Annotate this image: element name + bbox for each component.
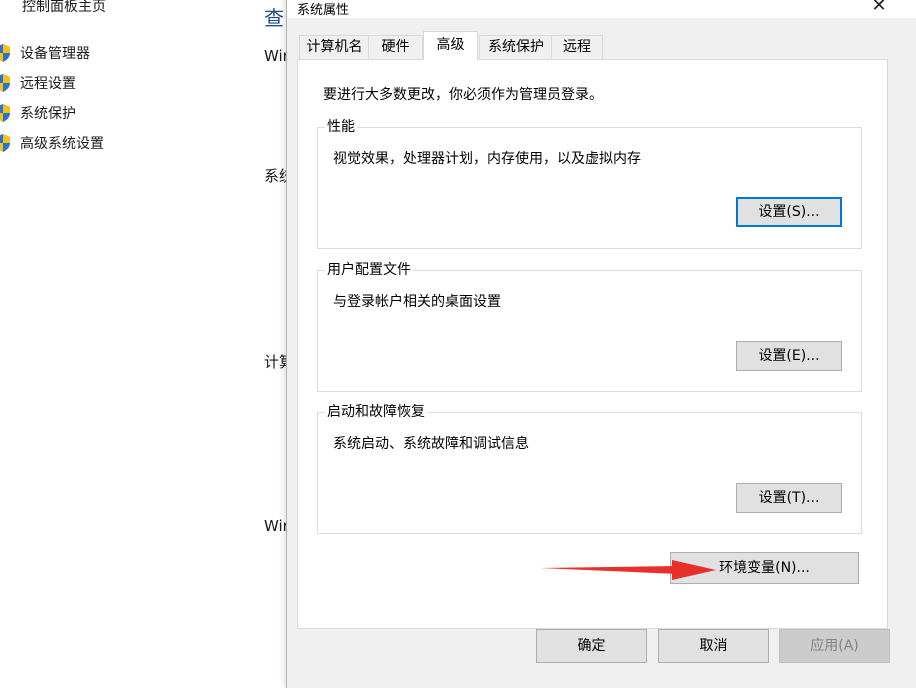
ok-button[interactable]: 确定 bbox=[536, 629, 647, 663]
apply-button[interactable]: 应用(A) bbox=[779, 629, 890, 663]
advanced-tab-panel: 要进行大多数更改，你必须作为管理员登录。 性能 视觉效果，处理器计划，内存使用，… bbox=[297, 59, 888, 629]
cancel-button[interactable]: 取消 bbox=[658, 629, 769, 663]
tab-hardware[interactable]: 硬件 bbox=[368, 35, 423, 59]
control-panel-home-link[interactable]: 控制面板主页 bbox=[22, 0, 106, 16]
tab-system-protection[interactable]: 系统保护 bbox=[479, 35, 553, 59]
admin-notice: 要进行大多数更改，你必须作为管理员登录。 bbox=[323, 87, 603, 103]
tab-advanced[interactable]: 高级 bbox=[423, 31, 478, 60]
uac-shield-icon bbox=[0, 104, 10, 122]
user-profiles-group: 用户配置文件 与登录帐户相关的桌面设置 设置(E)... bbox=[317, 261, 862, 392]
sidebar-item-label: 远程设置 bbox=[20, 76, 76, 92]
group-description: 与登录帐户相关的桌面设置 bbox=[333, 294, 501, 310]
uac-shield-icon bbox=[0, 134, 10, 152]
group-title: 启动和故障恢复 bbox=[325, 403, 427, 421]
uac-shield-icon bbox=[0, 44, 10, 62]
sidebar-item-advanced-system-settings[interactable]: 高级系统设置 bbox=[0, 128, 104, 158]
sidebar-item-label: 高级系统设置 bbox=[20, 136, 104, 152]
group-description: 系统启动、系统故障和调试信息 bbox=[333, 436, 529, 452]
startup-recovery-group: 启动和故障恢复 系统启动、系统故障和调试信息 设置(T)... bbox=[317, 403, 862, 534]
close-icon[interactable]: ✕ bbox=[865, 0, 893, 18]
sidebar-item-remote-settings[interactable]: 远程设置 bbox=[0, 68, 104, 98]
sidebar-item-label: 设备管理器 bbox=[20, 46, 90, 62]
sidebar-item-device-manager[interactable]: 设备管理器 bbox=[0, 38, 104, 68]
performance-settings-button[interactable]: 设置(S)... bbox=[736, 197, 842, 227]
sidebar-task-list: 设备管理器 远程设置 系统保护 高级系统设置 bbox=[0, 38, 104, 158]
red-arrow-icon bbox=[540, 560, 716, 580]
tab-computer-name[interactable]: 计算机名 bbox=[299, 35, 370, 59]
group-title: 性能 bbox=[325, 118, 357, 136]
background-page-title: 查 bbox=[264, 6, 284, 30]
uac-shield-icon bbox=[0, 74, 10, 92]
performance-group: 性能 视觉效果，处理器计划，内存使用，以及虚拟内存 设置(S)... bbox=[317, 118, 862, 249]
dialog-title: 系统属性 bbox=[297, 3, 350, 18]
group-description: 视觉效果，处理器计划，内存使用，以及虚拟内存 bbox=[333, 151, 641, 167]
user-profiles-settings-button[interactable]: 设置(E)... bbox=[736, 341, 842, 371]
tab-remote[interactable]: 远程 bbox=[551, 35, 603, 59]
sidebar-item-label: 系统保护 bbox=[20, 106, 76, 122]
dialog-titlebar[interactable]: 系统属性 ✕ bbox=[287, 0, 916, 18]
startup-recovery-settings-button[interactable]: 设置(T)... bbox=[736, 483, 842, 513]
system-properties-dialog: 系统属性 ✕ 计算机名 硬件 高级 系统保护 远程 要进行大多数更改，你必须作为… bbox=[286, 0, 916, 688]
group-title: 用户配置文件 bbox=[325, 261, 413, 279]
sidebar-item-system-protection[interactable]: 系统保护 bbox=[0, 98, 104, 128]
